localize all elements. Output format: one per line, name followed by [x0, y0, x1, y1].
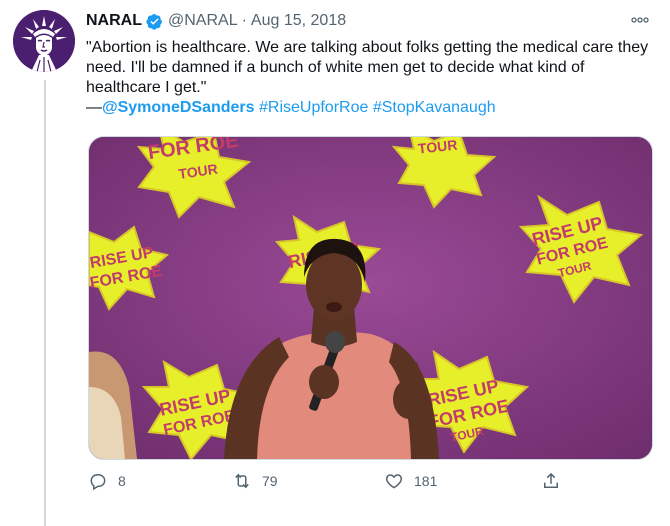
retweet-button[interactable]: 79 — [232, 466, 278, 496]
statue-of-liberty-icon — [13, 10, 75, 72]
reply-count: 8 — [118, 473, 126, 489]
like-count: 181 — [414, 473, 438, 489]
hashtag-link[interactable]: #RiseUpforRoe — [259, 99, 368, 116]
tweet-quote: "Abortion is healthcare. We are talking … — [86, 39, 649, 96]
tweet-date[interactable]: Aug 15, 2018 — [251, 12, 346, 30]
photo-illustration: FOR ROE TOUR TOUR RISE UP FOR ROE RISE U… — [89, 137, 652, 459]
separator-dot: · — [241, 12, 247, 29]
mention-link[interactable]: @SymoneDSanders — [102, 99, 255, 116]
hashtag-link[interactable]: #StopKavanaugh — [373, 99, 496, 116]
retweet-count: 79 — [262, 473, 278, 489]
author-name[interactable]: NARAL — [86, 12, 142, 30]
thread-line — [44, 80, 46, 526]
author-handle[interactable]: @NARAL — [168, 12, 238, 30]
tweet-header: NARAL @NARAL · Aug 15, 2018 — [86, 10, 346, 32]
tweet-text: "Abortion is healthcare. We are talking … — [86, 38, 656, 118]
reply-icon — [90, 474, 106, 491]
attribution-dash: — — [86, 99, 102, 116]
heart-icon — [385, 474, 403, 489]
retweet-icon — [235, 473, 249, 489]
verified-badge-icon — [146, 13, 163, 30]
tweet-actions: 8 79 181 — [86, 466, 566, 496]
more-icon[interactable] — [630, 10, 650, 30]
like-button[interactable]: 181 — [384, 466, 437, 496]
share-icon — [544, 472, 558, 488]
reply-button[interactable]: 8 — [88, 466, 126, 496]
avatar[interactable] — [13, 10, 75, 72]
tweet-photo[interactable]: FOR ROE TOUR TOUR RISE UP FOR ROE RISE U… — [88, 136, 653, 460]
share-button[interactable] — [541, 466, 561, 496]
tweet-tags: —@SymoneDSanders #RiseUpforRoe #StopKava… — [86, 98, 656, 118]
